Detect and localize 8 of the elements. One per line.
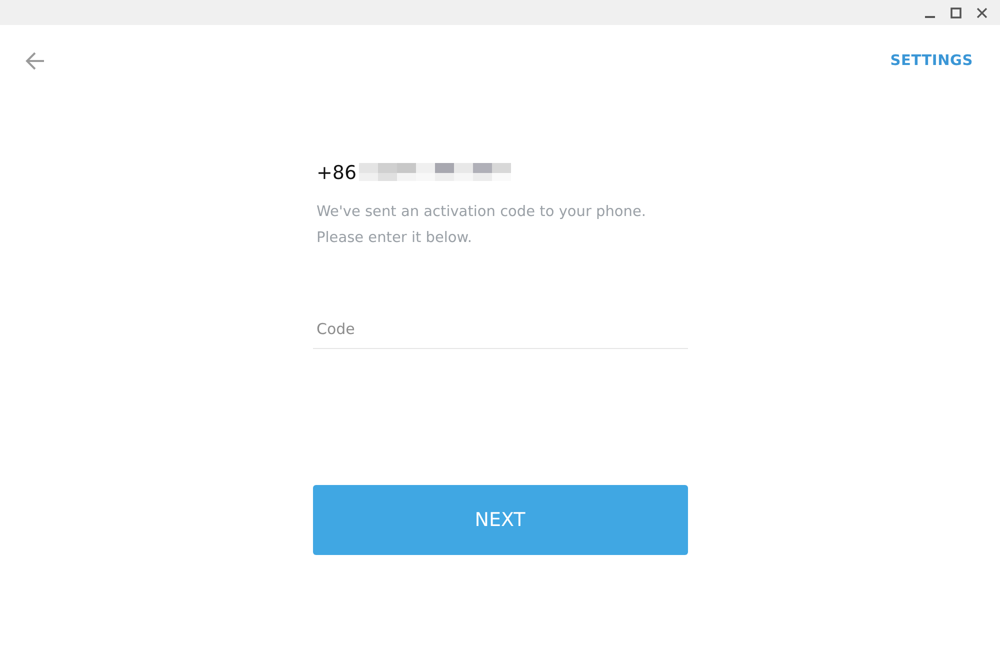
instruction-text: We've sent an activation code to your phone.: [316, 203, 648, 222]
maximize-icon[interactable]: [950, 6, 962, 18]
settings-link[interactable]: SETTINGS: [890, 53, 973, 69]
next-button[interactable]: NEXT: [312, 485, 688, 555]
country-code: +86: [316, 162, 357, 184]
close-icon[interactable]: [976, 6, 988, 18]
instruction-text: Please enter it below.: [316, 229, 473, 248]
back-arrow-icon[interactable]: [24, 50, 46, 72]
